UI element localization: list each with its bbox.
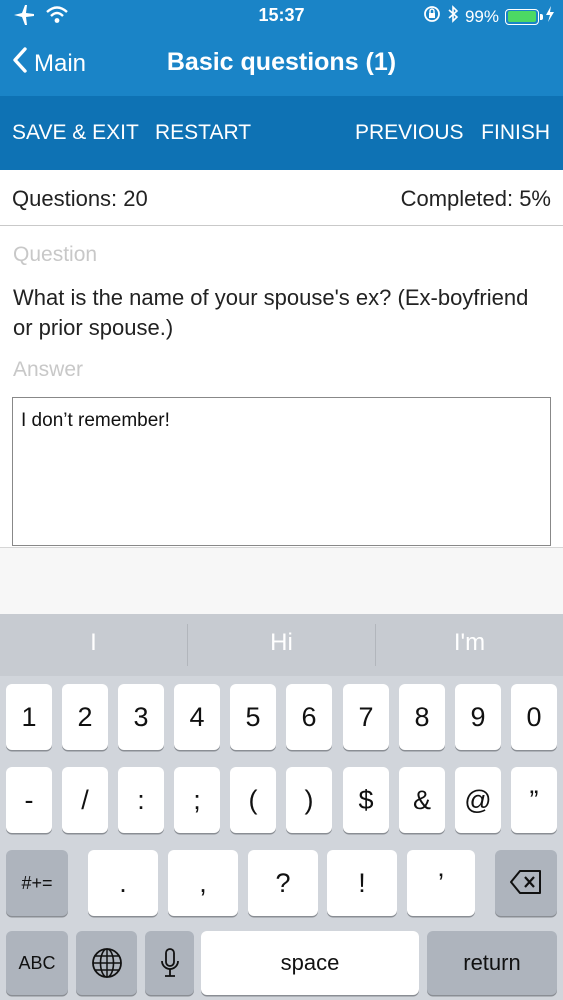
key-semicolon[interactable]: ; — [174, 767, 220, 833]
key-4[interactable]: 4 — [174, 684, 220, 750]
battery-icon — [505, 8, 543, 25]
charging-icon — [545, 6, 555, 27]
nav-bar: Main Basic questions (1) — [0, 32, 563, 96]
orientation-lock-icon — [423, 5, 441, 28]
status-bar: 15:37 99% — [0, 0, 563, 32]
battery-percent: 99% — [464, 6, 499, 26]
key-question[interactable]: ? — [248, 850, 318, 916]
return-key[interactable]: return — [427, 931, 557, 995]
key-9[interactable]: 9 — [455, 684, 501, 750]
backspace-icon — [495, 850, 557, 902]
key-1[interactable]: 1 — [6, 684, 52, 750]
save-exit-button[interactable]: SAVE & EXIT — [12, 121, 139, 145]
space-key[interactable]: space — [201, 931, 419, 995]
suggestion-2[interactable]: Hi — [188, 614, 375, 676]
key-open-paren[interactable]: ( — [230, 767, 276, 833]
answer-label: Answer — [13, 358, 84, 381]
symbols-key[interactable]: #+= — [6, 850, 68, 916]
key-6[interactable]: 6 — [286, 684, 332, 750]
key-7[interactable]: 7 — [343, 684, 389, 750]
suggestion-1[interactable]: I — [0, 614, 187, 676]
question-text: What is the name of your spouse's ex? (E… — [13, 285, 529, 340]
suggestion-bar: I Hi I'm — [0, 614, 563, 676]
key-slash[interactable]: / — [62, 767, 108, 833]
previous-button[interactable]: PREVIOUS — [355, 121, 464, 145]
key-exclamation[interactable]: ! — [327, 850, 397, 916]
key-8[interactable]: 8 — [399, 684, 445, 750]
key-hyphen[interactable]: - — [6, 767, 52, 833]
key-apostrophe[interactable]: ’ — [407, 850, 475, 916]
key-0[interactable]: 0 — [511, 684, 557, 750]
key-5[interactable]: 5 — [230, 684, 276, 750]
suggestion-3[interactable]: I'm — [376, 614, 563, 676]
question-label: Question — [13, 243, 98, 266]
key-3[interactable]: 3 — [118, 684, 164, 750]
page-title: Basic questions (1) — [166, 48, 397, 76]
key-close-paren[interactable]: ) — [286, 767, 332, 833]
key-dollar[interactable]: $ — [343, 767, 389, 833]
abc-key[interactable]: ABC — [6, 931, 68, 995]
key-colon[interactable]: : — [118, 767, 164, 833]
bluetooth-icon — [447, 5, 459, 28]
app-header: 15:37 99% Main Basic questions (1) — [0, 0, 563, 96]
content-spacer — [0, 547, 563, 614]
globe-key[interactable] — [76, 931, 137, 995]
key-2[interactable]: 2 — [62, 684, 108, 750]
key-at[interactable]: @ — [455, 767, 501, 833]
finish-button[interactable]: FINISH — [481, 121, 550, 145]
dictation-key[interactable] — [145, 931, 194, 995]
questions-count: Questions: 20 — [12, 186, 148, 211]
microphone-icon — [145, 931, 194, 986]
status-right: 99% — [423, 5, 555, 28]
restart-button[interactable]: RESTART — [155, 121, 251, 145]
key-comma[interactable]: , — [168, 850, 238, 916]
key-ampersand[interactable]: & — [399, 767, 445, 833]
globe-icon — [76, 931, 137, 986]
keyboard: I Hi I'm 1 2 3 4 5 6 7 8 9 0 - / : ; ( )… — [0, 614, 563, 1000]
battery-fill — [507, 11, 537, 22]
answer-field[interactable]: I don’t remember! — [12, 397, 551, 546]
key-period[interactable]: . — [88, 850, 158, 916]
progress-row: Questions: 20 Completed: 5% — [0, 170, 563, 226]
completed-percent: Completed: 5% — [400, 186, 551, 211]
action-toolbar: SAVE & EXIT RESTART PREVIOUS FINISH — [0, 96, 563, 170]
backspace-key[interactable] — [495, 850, 557, 916]
key-quote[interactable]: ” — [511, 767, 557, 833]
